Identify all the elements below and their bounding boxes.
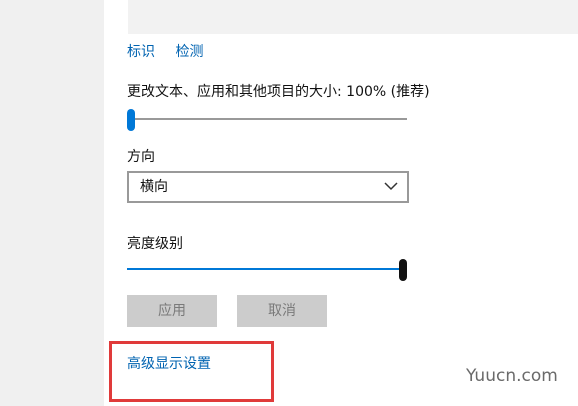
scale-label: 更改文本、应用和其他项目的大小: 100% (推荐) xyxy=(127,84,430,100)
chevron-down-icon xyxy=(384,182,398,191)
watermark-text: Yuucn.com xyxy=(466,366,558,386)
orientation-dropdown[interactable]: 横向 xyxy=(127,171,409,203)
cancel-button[interactable]: 取消 xyxy=(237,295,327,327)
left-margin xyxy=(0,0,104,406)
display-preview-area xyxy=(128,0,578,34)
detect-link[interactable]: 检测 xyxy=(175,44,203,60)
orientation-label: 方向 xyxy=(127,149,155,165)
brightness-slider-fill xyxy=(127,268,403,270)
highlight-box xyxy=(109,341,274,402)
brightness-slider[interactable] xyxy=(127,259,407,281)
brightness-slider-thumb[interactable] xyxy=(399,259,407,281)
identify-detect-links: 标识 检测 xyxy=(127,41,219,61)
scale-slider-track xyxy=(127,118,407,120)
scale-slider-thumb[interactable] xyxy=(127,109,135,131)
apply-button[interactable]: 应用 xyxy=(127,295,217,327)
identify-link[interactable]: 标识 xyxy=(127,44,155,60)
orientation-selected-value: 横向 xyxy=(140,179,168,195)
brightness-label: 亮度级别 xyxy=(127,236,183,252)
scale-slider[interactable] xyxy=(127,109,407,131)
